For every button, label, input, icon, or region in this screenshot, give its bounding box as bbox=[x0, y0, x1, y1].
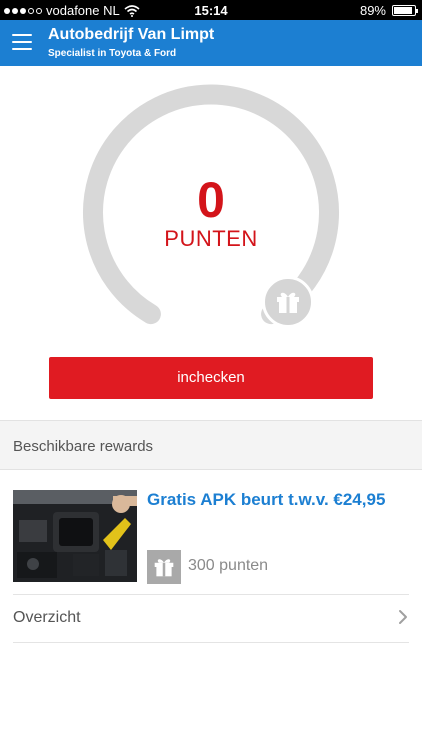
app-subtitle: Specialist in Toyota & Ford bbox=[48, 48, 177, 59]
hamburger-menu-icon[interactable] bbox=[12, 34, 32, 50]
reward-item[interactable]: Gratis APK beurt t.w.v. €24,95 300 punte… bbox=[0, 470, 422, 594]
battery-icon bbox=[392, 5, 418, 16]
status-time: 15:14 bbox=[194, 3, 228, 18]
section-title: Beschikbare rewards bbox=[13, 438, 154, 455]
gift-icon bbox=[147, 550, 181, 584]
checkin-button[interactable]: inchecken bbox=[49, 357, 373, 399]
battery-percentage: 89% bbox=[359, 3, 386, 18]
overview-row[interactable]: Overzicht bbox=[0, 594, 422, 642]
reward-points: 300 punten bbox=[188, 557, 269, 574]
app-header: Autobedrijf Van Limpt Specialist in Toyo… bbox=[0, 20, 422, 66]
points-label: PUNTEN bbox=[164, 226, 258, 251]
points-value: 0 bbox=[197, 172, 225, 228]
overview-label: Overzicht bbox=[13, 609, 81, 626]
rewards-section-header: Beschikbare rewards bbox=[0, 420, 422, 470]
status-bar: vodafone NL 15:14 89% bbox=[0, 0, 422, 20]
gift-icon bbox=[262, 276, 314, 328]
chevron-right-icon bbox=[399, 610, 407, 624]
reward-image bbox=[13, 490, 137, 582]
divider bbox=[13, 642, 409, 643]
reward-title: Gratis APK beurt t.w.v. €24,95 bbox=[147, 490, 386, 509]
status-right: 89% bbox=[359, 3, 418, 18]
app-title: Autobedrijf Van Limpt bbox=[48, 26, 215, 43]
